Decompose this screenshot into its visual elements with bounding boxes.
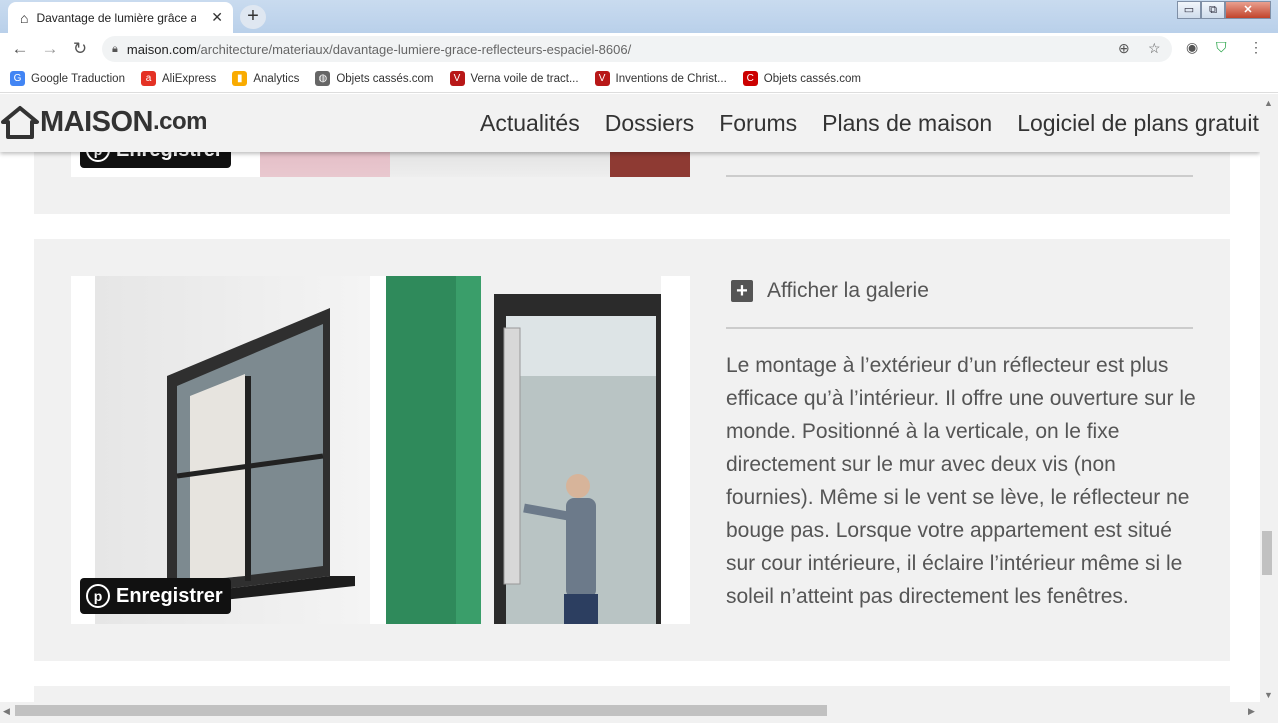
- new-tab-button[interactable]: +: [240, 5, 266, 29]
- forward-icon[interactable]: →: [35, 39, 65, 59]
- zoom-icon[interactable]: ⊕: [1118, 40, 1130, 57]
- aliexpress-icon: a: [140, 71, 156, 86]
- bookmark-label: Google Traduction: [31, 72, 125, 85]
- objets-casses-icon: C: [742, 71, 758, 86]
- nav-dossiers[interactable]: Dossiers: [605, 110, 694, 137]
- gallery-label: Afficher la galerie: [767, 279, 929, 302]
- divider: [726, 327, 1193, 329]
- bookmark-label: AliExpress: [161, 72, 217, 85]
- globe-icon: ◍: [315, 71, 331, 86]
- browser-window: ⌂ Davantage de lumière grâce aux ✕ + ▭ ⧉…: [0, 0, 1278, 723]
- bookmark-label: Objets cassés.com: [336, 72, 434, 85]
- bookmark-item[interactable]: a AliExpress: [140, 71, 217, 86]
- scroll-right-arrow-icon[interactable]: ▶: [1248, 706, 1255, 717]
- building-photo-right: [386, 276, 661, 624]
- menu-icon[interactable]: ⋮: [1249, 39, 1263, 56]
- horizontal-scroll-thumb[interactable]: [15, 705, 827, 716]
- address-bar[interactable]: 🔒︎ maison.com/architecture/materiaux/dav…: [102, 36, 1172, 62]
- window-illustration: [167, 308, 355, 606]
- bookmark-item[interactable]: V Inventions de Christ...: [594, 71, 727, 86]
- logo-suffix: .com: [153, 108, 208, 135]
- nav-plans-de-maison[interactable]: Plans de maison: [822, 110, 992, 137]
- browser-toolbar: ← → ↻ 🔒︎ maison.com/architecture/materia…: [0, 33, 1278, 65]
- bookmark-item[interactable]: ▮ Analytics: [232, 71, 299, 86]
- pin-label: Enregistrer: [116, 584, 223, 607]
- pinterest-icon: p: [86, 584, 110, 608]
- scroll-up-arrow-icon[interactable]: ▲: [1264, 98, 1273, 108]
- bookmark-item[interactable]: C Objets cassés.com: [742, 71, 861, 86]
- show-gallery-link[interactable]: + Afficher la galerie: [731, 279, 929, 303]
- lock-icon: 🔒︎: [112, 42, 118, 55]
- title-bar: ⌂ Davantage de lumière grâce aux ✕ + ▭ ⧉…: [0, 0, 1278, 33]
- google-translate-icon: G: [10, 71, 25, 86]
- bookmark-label: Verna voile de tract...: [470, 72, 579, 85]
- profile-icon[interactable]: ◉: [1186, 39, 1198, 56]
- bookmark-item[interactable]: V Verna voile de tract...: [449, 71, 579, 86]
- nav-logiciel-plans[interactable]: Logiciel de plans gratuit: [1017, 110, 1259, 137]
- bookmark-label: Analytics: [253, 72, 300, 85]
- man-with-reflector-illustration: [386, 276, 661, 624]
- scroll-left-arrow-icon[interactable]: ◀: [3, 706, 10, 717]
- shield-extension-icon[interactable]: ⛉: [1216, 39, 1227, 56]
- web-page: MAISON .com Actualités Dossiers Forums Pl…: [0, 94, 1260, 702]
- pinterest-save-button[interactable]: p Enregistrer: [80, 578, 231, 614]
- close-window-button[interactable]: ✕: [1225, 1, 1271, 19]
- maison-favicon-icon: ⌂: [20, 9, 29, 26]
- bookmark-item[interactable]: ◍ Objets cassés.com: [315, 71, 434, 86]
- bookmarks-bar: G Google Traduction a AliExpress ▮ Analytics ◍…: [0, 65, 1278, 93]
- gallery-card: p Enregistrer + Afficher la galerie Le m…: [34, 239, 1230, 661]
- main-navigation: Actualités Dossiers Forums Plans de mais…: [480, 110, 1260, 137]
- analytics-icon: ▮: [232, 71, 248, 86]
- bookmark-label: Inventions de Christ...: [615, 72, 727, 85]
- bookmark-item[interactable]: G Google Traduction: [10, 71, 125, 86]
- divider: [726, 175, 1193, 177]
- nav-forums[interactable]: Forums: [719, 110, 797, 137]
- building-photo-left: [95, 276, 370, 624]
- card-description: Le montage à l’extérieur d’un réflecteur…: [726, 354, 1196, 608]
- bookmark-label: Objets cassés.com: [763, 72, 861, 85]
- site-logo[interactable]: MAISON .com: [0, 104, 208, 140]
- logo-text: MAISON: [40, 105, 154, 138]
- nav-actualites[interactable]: Actualités: [480, 110, 580, 137]
- restore-button[interactable]: ⧉: [1201, 1, 1225, 19]
- house-logo-icon: [1, 106, 39, 139]
- plus-icon: +: [731, 280, 753, 302]
- inventions-icon: V: [594, 71, 610, 86]
- minimize-button[interactable]: ▭: [1177, 1, 1201, 19]
- bookmark-star-icon[interactable]: ☆: [1148, 40, 1161, 57]
- gallery-card-next: [34, 686, 1230, 702]
- site-header: MAISON .com Actualités Dossiers Forums Pl…: [0, 94, 1260, 152]
- tab-close-icon[interactable]: ✕: [211, 9, 223, 26]
- vertical-scroll-thumb[interactable]: [1262, 531, 1272, 575]
- verna-icon: V: [449, 71, 465, 86]
- scroll-down-arrow-icon[interactable]: ▼: [1264, 690, 1273, 700]
- tab-title: Davantage de lumière grâce aux: [36, 10, 197, 25]
- url-path: /architecture/materiaux/davantage-lumier…: [196, 41, 632, 57]
- back-icon[interactable]: ←: [5, 39, 35, 59]
- vertical-scrollbar[interactable]: [1260, 94, 1278, 702]
- browser-tab[interactable]: ⌂ Davantage de lumière grâce aux ✕: [8, 2, 233, 33]
- reload-icon[interactable]: ↻: [65, 39, 95, 59]
- url-domain: maison.com: [126, 41, 197, 57]
- card-image[interactable]: p Enregistrer: [71, 276, 690, 624]
